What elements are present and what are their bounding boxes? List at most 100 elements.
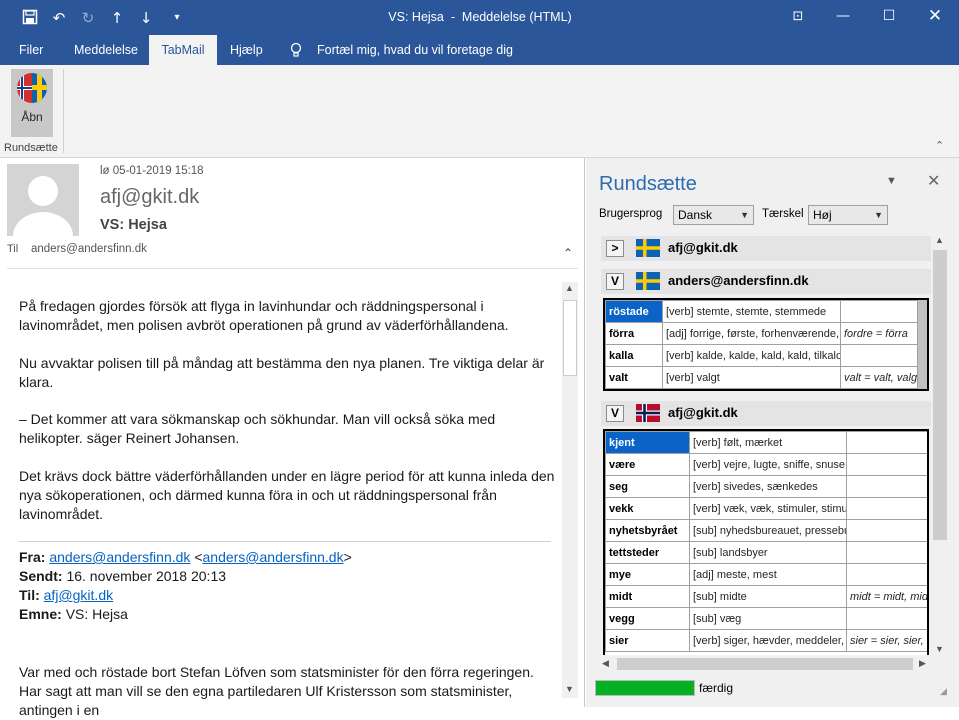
undo-icon[interactable]: ↶ <box>50 9 68 27</box>
tell-me-search[interactable]: Fortæl mig, hvad du vil foretage dig <box>309 35 521 65</box>
fwd-sent-line: Sendt: 16. november 2018 20:13 <box>19 568 227 584</box>
sender-group: > afj@gkit.dk <box>601 236 931 261</box>
table-row[interactable]: være [verb] vejre, lugte, sniffe, snuse <box>605 453 927 476</box>
to-recipient[interactable]: anders@andersfinn.dk <box>31 243 147 255</box>
sender-group: V afj@gkit.dk <box>601 401 931 426</box>
language-select[interactable]: Dansk ▼ <box>673 205 754 225</box>
addin-hscrollbar[interactable]: ◀ ▶ <box>599 656 932 672</box>
scroll-down-icon[interactable]: ▼ <box>565 684 574 694</box>
note-cell <box>846 607 927 630</box>
fwd-from-email-link[interactable]: anders@andersfinn.dk <box>203 549 344 565</box>
fwd-to-link[interactable]: afj@gkit.dk <box>44 587 113 603</box>
open-button[interactable]: Åbn <box>11 69 53 137</box>
fwd-to-line: Til: afj@gkit.dk <box>19 587 114 603</box>
redo-icon[interactable]: ↻ <box>79 9 97 27</box>
word-cell[interactable]: mye <box>605 563 690 586</box>
note-cell <box>840 344 918 367</box>
word-cell[interactable]: kjent <box>605 431 690 454</box>
tab-tabmail[interactable]: TabMail <box>149 35 217 65</box>
word-cell[interactable]: valt <box>605 366 663 389</box>
flag-globe-icon <box>15 71 49 105</box>
translation-cell: [verb] følt, mærket <box>689 431 847 454</box>
word-cell[interactable]: tettsteder <box>605 541 690 564</box>
sweden-flag-icon <box>636 239 660 257</box>
word-cell[interactable]: nyhetsbyrået <box>605 519 690 542</box>
tab-filer[interactable]: Filer <box>11 35 51 65</box>
resize-grip-icon[interactable]: ◢ <box>940 686 947 697</box>
group-sender: afj@gkit.dk <box>668 405 738 420</box>
email-subject: VS: Hejsa <box>100 217 167 233</box>
word-cell[interactable]: röstade <box>605 300 663 323</box>
tab-hjaelp[interactable]: Hjælp <box>222 35 271 65</box>
scroll-left-icon[interactable]: ◀ <box>602 658 609 669</box>
translation-cell: [verb] valgt <box>662 366 841 389</box>
ribbon-display-icon[interactable]: ⊡ <box>775 0 821 33</box>
to-label: Til <box>7 243 19 255</box>
table-row[interactable]: kalla [verb] kalde, kalde, kald, kald, ti… <box>605 344 918 367</box>
note-cell: valt = valt, valg <box>840 366 918 389</box>
fwd-from-line: Fra: anders@andersfinn.dk <anders@anders… <box>19 549 352 565</box>
word-cell[interactable]: seg <box>605 475 690 498</box>
email-sender[interactable]: afj@gkit.dk <box>100 186 199 209</box>
forward-divider <box>19 541 551 542</box>
scroll-thumb[interactable] <box>563 300 577 376</box>
table-row[interactable]: nyhetsbyrået [sub] nyhedsbureauet, presse… <box>605 519 927 542</box>
ribbon-group-label: Rundsætte <box>4 142 58 154</box>
word-cell[interactable]: vekk <box>605 497 690 520</box>
note-cell: fordre = förra <box>840 322 918 345</box>
reading-scrollbar[interactable]: ▲ ▼ <box>562 282 578 698</box>
group-toggle-button[interactable]: V <box>606 405 624 422</box>
close-icon[interactable]: ✕ <box>912 0 958 33</box>
table-row[interactable]: röstade [verb] stemte, stemte, stemmede <box>605 300 918 323</box>
translation-cell: [verb] stemte, stemte, stemmede <box>662 300 841 323</box>
scroll-down-icon[interactable]: ▼ <box>935 644 944 654</box>
translation-cell: [sub] væg <box>689 607 847 630</box>
word-cell[interactable]: förra <box>605 322 663 345</box>
table-row[interactable]: förra [adj] forrige, første, forhenværend… <box>605 322 918 345</box>
word-cell[interactable]: kalla <box>605 344 663 367</box>
table-row[interactable]: seg [verb] sivedes, sænkedes <box>605 475 927 498</box>
sender-group: V anders@andersfinn.dk <box>601 269 931 294</box>
tab-meddelelse[interactable]: Meddelelse <box>66 35 146 65</box>
customize-toolbar-icon[interactable]: ▾ <box>168 9 186 27</box>
minimize-icon[interactable]: — <box>820 0 866 33</box>
maximize-icon[interactable]: ☐ <box>866 0 912 33</box>
chevron-down-icon: ▼ <box>874 210 883 220</box>
language-value: Dansk <box>678 208 713 222</box>
word-cell[interactable]: være <box>605 453 690 476</box>
collapse-ribbon-icon[interactable]: ⌃ <box>935 139 944 152</box>
threshold-select[interactable]: Høj ▼ <box>808 205 888 225</box>
group-toggle-button[interactable]: > <box>606 240 624 257</box>
word-cell[interactable]: vegg <box>605 607 690 630</box>
arrow-down-icon[interactable]: ↓ <box>137 9 155 27</box>
table-row[interactable]: tettsteder [sub] landsbyer <box>605 541 927 564</box>
note-cell <box>846 453 927 476</box>
note-cell <box>846 541 927 564</box>
table-row[interactable]: vekk [verb] væk, væk, stimuler, stimuler <box>605 497 927 520</box>
addin-title: Rundsætte <box>599 173 697 195</box>
save-icon[interactable] <box>21 9 39 27</box>
scroll-right-icon[interactable]: ▶ <box>919 658 926 669</box>
scroll-up-icon[interactable]: ▲ <box>565 283 574 293</box>
table-row[interactable]: vegg [sub] væg <box>605 607 927 630</box>
email-date: lø 05-01-2019 15:18 <box>100 165 204 177</box>
arrow-up-icon[interactable]: ↑ <box>108 9 126 27</box>
ribbon-tabs: Filer Meddelelse TabMail Hjælp Fortæl mi… <box>0 35 959 65</box>
table-row[interactable]: kjent [verb] følt, mærket <box>605 431 927 454</box>
open-button-label: Åbn <box>21 110 43 124</box>
table-row[interactable]: sier[verb] siger, hævder, meddeler, fort… <box>605 629 927 652</box>
scroll-up-icon[interactable]: ▲ <box>935 235 944 245</box>
table-row[interactable]: midt[sub] midtemidt = midt, midt, midt <box>605 585 927 608</box>
collapse-header-icon[interactable]: ⌃ <box>563 246 573 260</box>
word-cell[interactable]: sier <box>605 629 690 652</box>
table-row[interactable]: valt [verb] valgt valt = valt, valg <box>605 366 918 389</box>
hscroll-thumb[interactable] <box>617 658 913 670</box>
addin-scrollbar[interactable]: ▲ ▼ <box>932 234 948 658</box>
word-cell[interactable]: midt <box>605 585 690 608</box>
table-row[interactable]: mye [adj] meste, mest <box>605 563 927 586</box>
scroll-thumb[interactable] <box>933 250 947 540</box>
pane-options-icon[interactable]: ▼ <box>886 175 897 187</box>
pane-close-icon[interactable]: ✕ <box>927 171 940 191</box>
group-toggle-button[interactable]: V <box>606 273 624 290</box>
fwd-from-link[interactable]: anders@andersfinn.dk <box>49 549 190 565</box>
